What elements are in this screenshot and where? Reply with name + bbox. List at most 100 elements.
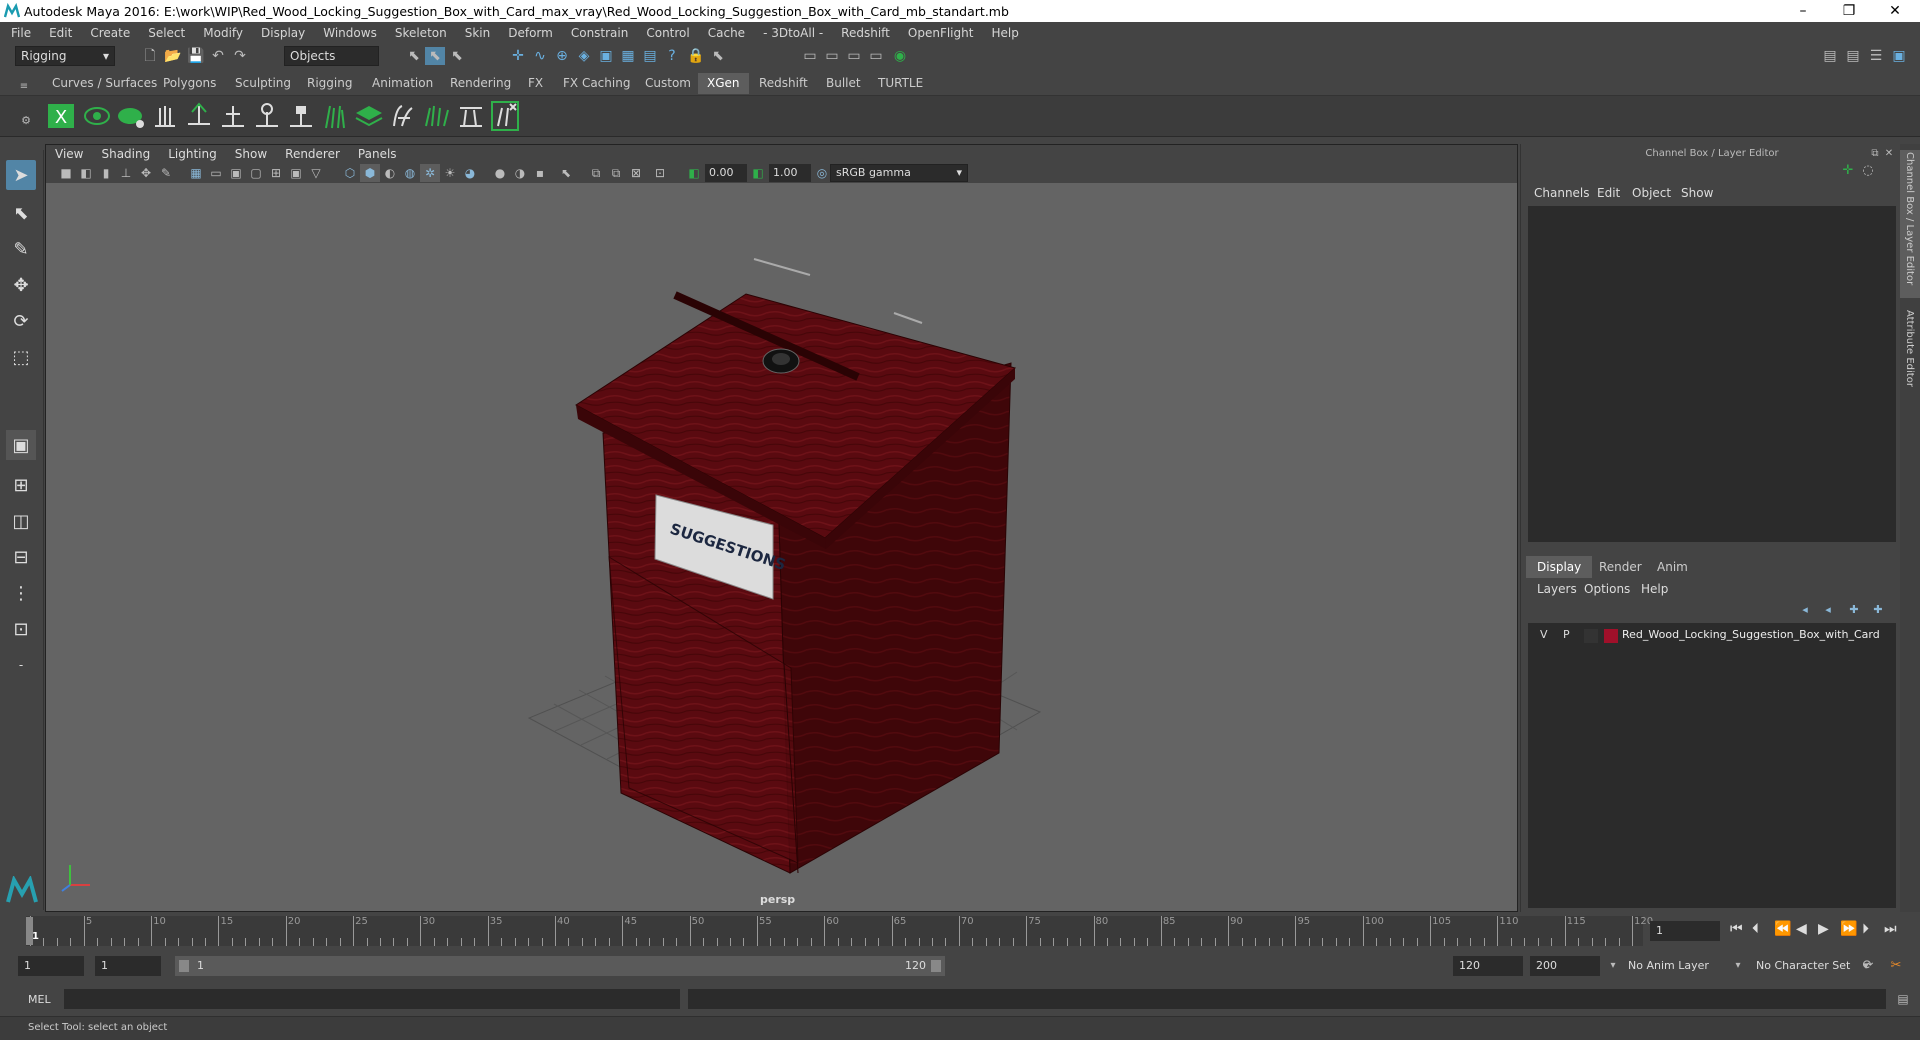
lock-icon[interactable]: 🔒 xyxy=(686,47,706,65)
snap-help-icon[interactable]: ? xyxy=(662,47,682,65)
range-slider[interactable]: 1 120 xyxy=(175,956,945,976)
vp-menu-view[interactable]: View xyxy=(46,147,92,161)
safe-action-icon[interactable]: ▣ xyxy=(286,164,306,182)
depth-of-field-icon[interactable]: ▪ xyxy=(530,164,550,182)
backface-icon[interactable]: ⊡ xyxy=(650,164,670,182)
menu-3dtoall[interactable]: - 3DtoAll - xyxy=(752,26,830,40)
undo-icon[interactable]: ↶ xyxy=(208,47,228,65)
close-button[interactable]: ✕ xyxy=(1872,0,1918,22)
xgen-interactive-groom-icon[interactable] xyxy=(490,100,520,132)
menu-modify[interactable]: Modify xyxy=(192,26,250,40)
color-space-dropdown[interactable]: sRGB gamma ▾ xyxy=(830,164,968,182)
gamma-icon[interactable]: ◧ xyxy=(748,164,768,182)
menu-edit[interactable]: Edit xyxy=(38,26,79,40)
xray-icon[interactable]: ⧉ xyxy=(586,164,606,182)
layer-playback-toggle[interactable]: P xyxy=(1563,628,1570,641)
xgen-cut-icon[interactable] xyxy=(456,100,486,132)
snap-surface-icon[interactable]: ▣ xyxy=(596,47,616,65)
layers-menu[interactable]: Layers xyxy=(1537,582,1577,596)
shelf-menu-icon[interactable]: ≡ xyxy=(18,78,30,96)
screen-space-ao-icon[interactable]: ◕ xyxy=(460,164,480,182)
select-tool-icon[interactable]: ➤ xyxy=(6,160,36,190)
menu-file[interactable]: File xyxy=(0,26,38,40)
open-scene-icon[interactable]: 📂 xyxy=(163,47,183,65)
chevron-down-icon[interactable]: ▾ xyxy=(1603,957,1623,975)
character-set-dropdown[interactable]: No Character Set xyxy=(1750,956,1868,976)
chevron-down-icon[interactable]: ▾ xyxy=(1728,957,1748,975)
snap-curve-icon[interactable]: ∿ xyxy=(530,47,550,65)
redo-icon[interactable]: ↷ xyxy=(230,47,250,65)
xgen-description-icon[interactable] xyxy=(116,100,146,132)
gate-mask-icon[interactable]: ▢ xyxy=(246,164,266,182)
step-forward-frame-icon[interactable]: ⏵ xyxy=(1862,921,1869,937)
persp-outliner-icon[interactable]: ◫ xyxy=(6,506,36,536)
scale-tool-icon[interactable]: ⬚ xyxy=(6,342,36,372)
menu-help[interactable]: Help xyxy=(980,26,1025,40)
select-component-icon[interactable]: ⬉ xyxy=(447,47,467,65)
xgen-layers-icon[interactable] xyxy=(354,100,384,132)
shadows-icon[interactable]: ☀ xyxy=(440,164,460,182)
shelf-tab-custom[interactable]: Custom xyxy=(636,73,700,94)
two-d-pan-icon[interactable]: ✥ xyxy=(136,164,156,182)
side-tab-attribute-editor[interactable]: Attribute Editor xyxy=(1904,310,1915,387)
menu-windows[interactable]: Windows xyxy=(312,26,384,40)
vp-menu-panels[interactable]: Panels xyxy=(349,147,406,161)
move-layer-up-icon[interactable]: ◂ xyxy=(1795,601,1815,619)
image-plane-icon[interactable]: ⊥ xyxy=(116,164,136,182)
play-backwards-icon[interactable]: ◀ xyxy=(1796,921,1807,937)
new-scene-icon[interactable]: 🗋 xyxy=(140,47,160,65)
persp-hypershade-icon[interactable]: ⋮ xyxy=(6,578,36,608)
panel-layout-icon[interactable]: ▤ xyxy=(1843,47,1863,65)
gamma-field[interactable]: 1.00 xyxy=(769,164,811,182)
script-editor-icon[interactable]: ▤ xyxy=(1893,990,1913,1008)
menu-create[interactable]: Create xyxy=(79,26,137,40)
close-panel-icon[interactable]: ✕ xyxy=(1882,145,1896,161)
start-time-field[interactable]: 1 xyxy=(18,956,84,976)
resolution-gate-icon[interactable]: ▣ xyxy=(226,164,246,182)
menu-deform[interactable]: Deform xyxy=(497,26,560,40)
layer-row[interactable]: V P Red_Wood_Locking_Suggestion_Box_with… xyxy=(1532,627,1892,645)
side-tab-channel-box[interactable]: Channel Box / Layer Editor xyxy=(1904,152,1915,285)
snap-view-icon[interactable]: ◈ xyxy=(574,47,594,65)
float-panel-icon[interactable]: ⧉ xyxy=(1868,145,1882,161)
hypershade-icon[interactable]: ◉ xyxy=(890,47,910,65)
camera-select-icon[interactable]: ■ xyxy=(56,164,76,182)
single-perspective-icon[interactable]: ▣ xyxy=(6,430,36,460)
xgen-groom-icon[interactable] xyxy=(388,100,418,132)
move-layer-down-icon[interactable]: ◂ xyxy=(1818,601,1838,619)
wireframe-on-shaded-icon[interactable]: ◐ xyxy=(380,164,400,182)
grid-toggle-icon[interactable]: ▦ xyxy=(186,164,206,182)
exposure-field[interactable]: 0.00 xyxy=(705,164,747,182)
lasso-tool-icon[interactable]: ⬉ xyxy=(6,198,36,228)
menu-skeleton[interactable]: Skeleton xyxy=(384,26,454,40)
help-menu[interactable]: Help xyxy=(1641,582,1668,596)
move-tool-icon[interactable]: ✥ xyxy=(6,270,36,300)
menu-constrain[interactable]: Constrain xyxy=(560,26,636,40)
xgen-preview-icon[interactable] xyxy=(82,100,112,132)
menu-cache[interactable]: Cache xyxy=(697,26,752,40)
range-start-handle[interactable] xyxy=(179,960,189,972)
shelf-tab-xgen[interactable]: XGen xyxy=(698,73,749,94)
manipulator-icon[interactable]: ✛ xyxy=(1838,162,1858,180)
camera-attributes-icon[interactable]: ◧ xyxy=(76,164,96,182)
layer-tab-display[interactable]: Display xyxy=(1526,556,1593,578)
xgen-add-guide-icon[interactable] xyxy=(184,100,214,132)
shelf-tab-rendering[interactable]: Rendering xyxy=(441,73,520,94)
step-forward-key-icon[interactable]: ⏩ xyxy=(1840,921,1857,937)
multisample-aa-icon[interactable]: ◑ xyxy=(510,164,530,182)
selection-mode-dropdown[interactable]: Objects xyxy=(284,46,379,66)
rotate-tool-icon[interactable]: ⟳ xyxy=(6,306,36,336)
channels-menu[interactable]: Channels xyxy=(1534,186,1590,200)
new-layer-icon[interactable]: ✚ xyxy=(1844,601,1864,619)
render-frame-icon[interactable]: ▭ xyxy=(822,47,842,65)
toggle-attribute-icon[interactable]: ☰ xyxy=(1866,47,1886,65)
layer-tab-render[interactable]: Render xyxy=(1588,556,1653,578)
wireframe-icon[interactable]: ⬡ xyxy=(340,164,360,182)
shelf-tab-turtle[interactable]: TURTLE xyxy=(869,73,932,94)
color-management-icon[interactable]: ◎ xyxy=(812,164,832,182)
play-forwards-icon[interactable]: ▶ xyxy=(1818,921,1829,937)
grease-pencil-icon[interactable]: ✎ xyxy=(156,164,176,182)
xgen-grass-icon[interactable] xyxy=(320,100,350,132)
film-gate-icon[interactable]: ▭ xyxy=(206,164,226,182)
show-menu[interactable]: Show xyxy=(1681,186,1713,200)
